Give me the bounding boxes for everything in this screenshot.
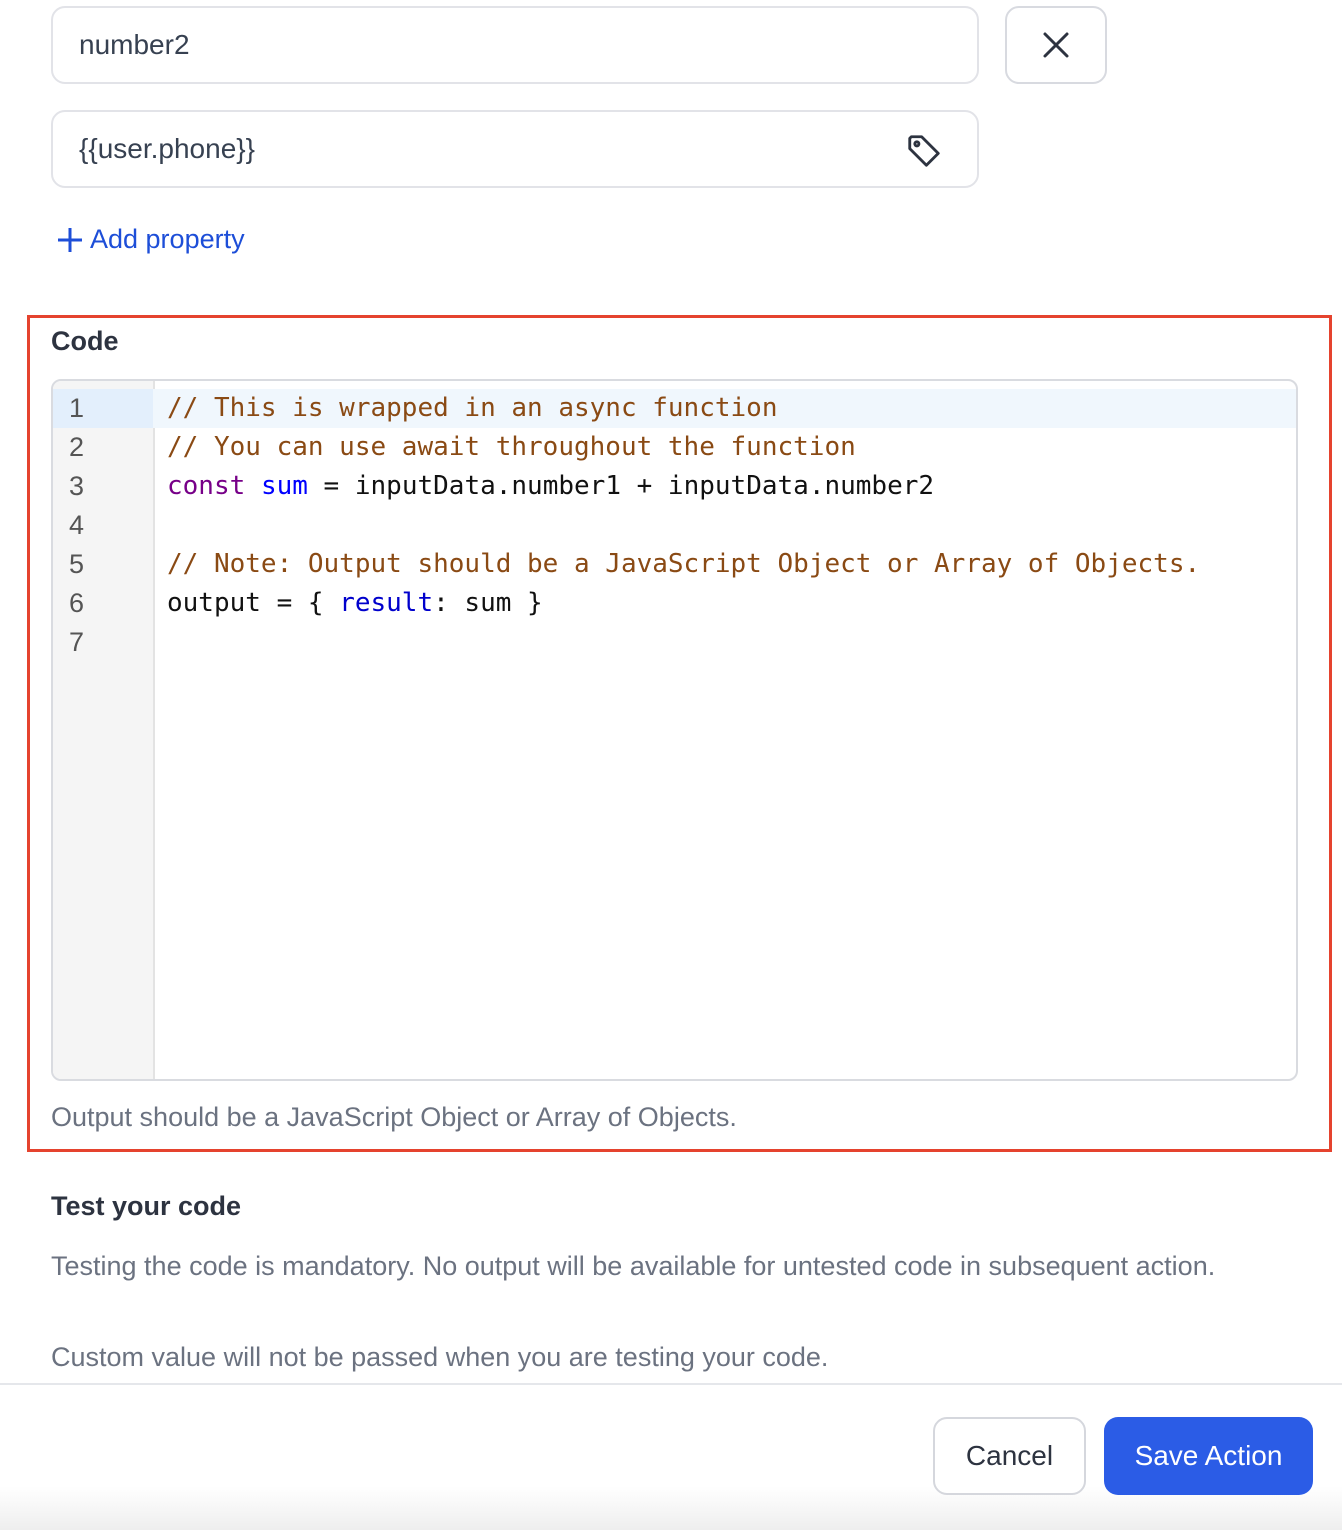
code-text: // You can use await throughout the func…: [167, 428, 856, 467]
add-property-label: Add property: [90, 224, 245, 254]
code-token: // This is wrapped in an async function: [167, 393, 778, 423]
code-token: const: [167, 471, 246, 501]
code-line[interactable]: 5 // Note: Output should be a JavaScript …: [53, 545, 1296, 584]
active-line-gutter: [53, 389, 153, 428]
code-label: Code: [51, 326, 119, 356]
code-token: = inputData.number1 + inputData.number2: [307, 471, 935, 501]
line-number: 4: [69, 510, 85, 540]
property-value-input[interactable]: {{user.phone}}: [51, 110, 979, 188]
plus-icon: [58, 227, 82, 252]
code-line[interactable]: 3 const sum = inputData.number1 + inputDa…: [53, 467, 1296, 506]
code-line[interactable]: 7: [53, 623, 1296, 662]
code-line[interactable]: 6 output = { result: sum }: [53, 584, 1296, 623]
test-code-title: Test your code: [51, 1191, 242, 1221]
cancel-button[interactable]: Cancel: [933, 1417, 1086, 1495]
close-icon: [1043, 32, 1069, 58]
code-text: // This is wrapped in an async function: [167, 389, 777, 428]
line-number: 2: [69, 432, 85, 462]
property-key-value: number2: [79, 29, 190, 60]
custom-value-note: Custom value will not be passed when you…: [51, 1342, 829, 1372]
code-line[interactable]: 4: [53, 506, 1296, 545]
code-token: : sum }: [433, 588, 543, 618]
line-number: 5: [69, 549, 85, 579]
add-property-button[interactable]: Add property: [56, 224, 245, 255]
code-text: output = { result: sum }: [167, 584, 543, 623]
line-number: 7: [69, 627, 85, 657]
code-text: // Note: Output should be a JavaScript O…: [167, 545, 1200, 584]
save-action-button[interactable]: Save Action: [1104, 1417, 1313, 1495]
remove-property-button[interactable]: [1005, 6, 1107, 84]
code-token: result: [339, 588, 434, 618]
code-help-text: Output should be a JavaScript Object or …: [51, 1102, 737, 1132]
code-token: sum: [260, 471, 308, 501]
code-token: // Note: Output should be a JavaScript O…: [167, 549, 1201, 579]
property-key-input[interactable]: number2: [51, 6, 979, 84]
line-number: 1: [69, 393, 85, 423]
code-line[interactable]: 2 // You can use await throughout the fun…: [53, 428, 1296, 467]
test-code-description: Testing the code is mandatory. No output…: [51, 1251, 1216, 1281]
code-token: output = {: [167, 588, 340, 618]
code-line[interactable]: 1 // This is wrapped in an async function: [53, 389, 1296, 428]
code-token: // You can use await throughout the func…: [167, 432, 856, 462]
line-number: 3: [69, 471, 85, 501]
line-number: 6: [69, 588, 85, 618]
code-editor[interactable]: 1 // This is wrapped in an async function…: [51, 379, 1298, 1081]
tag-icon[interactable]: [905, 132, 943, 177]
property-value-value: {{user.phone}}: [79, 133, 255, 164]
code-text: const sum = inputData.number1 + inputDat…: [167, 467, 934, 506]
